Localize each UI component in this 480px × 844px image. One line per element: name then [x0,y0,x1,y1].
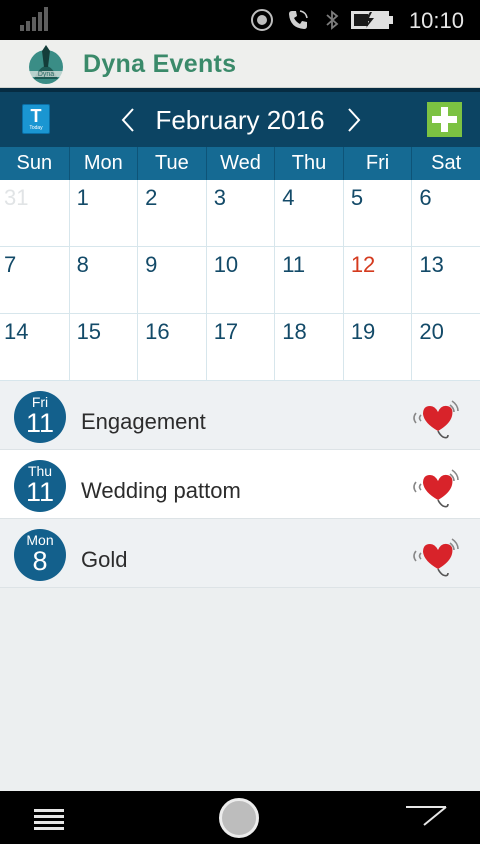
day-cell[interactable]: 7 [0,247,69,313]
calendar-toolbar: T Today February 2016 [0,88,480,147]
day-cell[interactable]: 31 [0,180,69,246]
home-icon[interactable] [219,798,259,838]
today-button-label: T [30,106,42,126]
event-title: Wedding pattom [81,478,241,503]
weekday-sat: Sat [411,147,480,180]
weekday-mon: Mon [68,147,138,180]
app-logo-icon: Dyna [26,45,66,84]
month-title: February 2016 [155,105,325,135]
day-cell[interactable]: 14 [0,314,69,380]
heart-ringing-icon[interactable] [410,395,464,441]
day-cell[interactable]: 4 [274,180,343,246]
next-month-icon[interactable] [344,106,364,134]
week-row: 14 15 16 17 18 19 20 [0,314,480,381]
clock: 10:10 [408,8,464,33]
menu-icon[interactable] [34,808,64,830]
day-cell[interactable]: 13 [411,247,480,313]
date-badge: Mon 8 [14,529,66,581]
day-cell[interactable]: 15 [68,314,138,380]
event-title: Gold [81,547,128,572]
weekday-thu: Thu [274,147,343,180]
status-bar: 10:10 [0,0,480,40]
day-cell[interactable]: 10 [205,247,275,313]
weekday-sun: Sun [16,152,53,174]
add-event-button[interactable] [427,102,462,137]
heart-ringing-icon[interactable] [410,533,464,579]
weekday-tue: Tue [137,147,206,180]
weekday-header: Sun Mon Tue Wed Thu Fri Sat [0,147,480,180]
weekday-wed: Wed [205,147,275,180]
day-cell[interactable]: 9 [137,247,206,313]
app-title: Dyna Events [83,50,237,78]
svg-text:Dyna: Dyna [38,71,54,78]
calendar-grid: 31 1 2 3 4 5 6 7 8 9 10 11 12 13 14 15 1… [0,180,480,381]
battery-icon [351,11,393,29]
app-header: Dyna Dyna Events [0,40,480,88]
navigation-bar [0,791,480,844]
date-badge: Thu 11 [14,460,66,512]
day-cell[interactable]: 17 [205,314,275,380]
event-title: Engagement [81,409,206,434]
today-button-sublabel: Today [29,125,43,131]
list-item[interactable]: Fri 11 Engagement [0,381,480,450]
record-icon [251,9,273,31]
day-cell[interactable]: 20 [411,314,480,380]
signal-icon [20,7,48,31]
date-badge: Fri 11 [14,391,66,443]
day-cell[interactable]: 5 [342,180,412,246]
event-list: Fri 11 Engagement Thu 11 Wedding pattom [0,381,480,791]
list-item[interactable]: Mon 8 Gold [0,519,480,588]
bluetooth-icon [326,10,339,30]
back-icon[interactable] [404,805,448,827]
day-cell[interactable]: 16 [137,314,206,380]
date-badge-day: 11 [25,477,55,507]
day-cell-today[interactable]: 12 [342,247,412,313]
day-cell[interactable]: 2 [137,180,206,246]
day-cell[interactable]: 18 [274,314,343,380]
day-cell[interactable]: 1 [68,180,138,246]
call-icon [289,10,308,29]
today-button[interactable]: T Today [22,104,50,134]
day-cell[interactable]: 8 [68,247,138,313]
heart-ringing-icon[interactable] [410,464,464,510]
date-badge-day: 11 [25,408,55,438]
week-row: 31 1 2 3 4 5 6 [0,180,480,247]
date-badge-day: 8 [32,546,48,576]
week-row: 7 8 9 10 11 12 13 [0,247,480,314]
weekday-fri: Fri [342,147,412,180]
prev-month-icon[interactable] [118,106,138,134]
day-cell[interactable]: 6 [411,180,480,246]
day-cell[interactable]: 19 [342,314,412,380]
day-cell[interactable]: 3 [205,180,275,246]
list-item[interactable]: Thu 11 Wedding pattom [0,450,480,519]
day-cell[interactable]: 11 [274,247,343,313]
